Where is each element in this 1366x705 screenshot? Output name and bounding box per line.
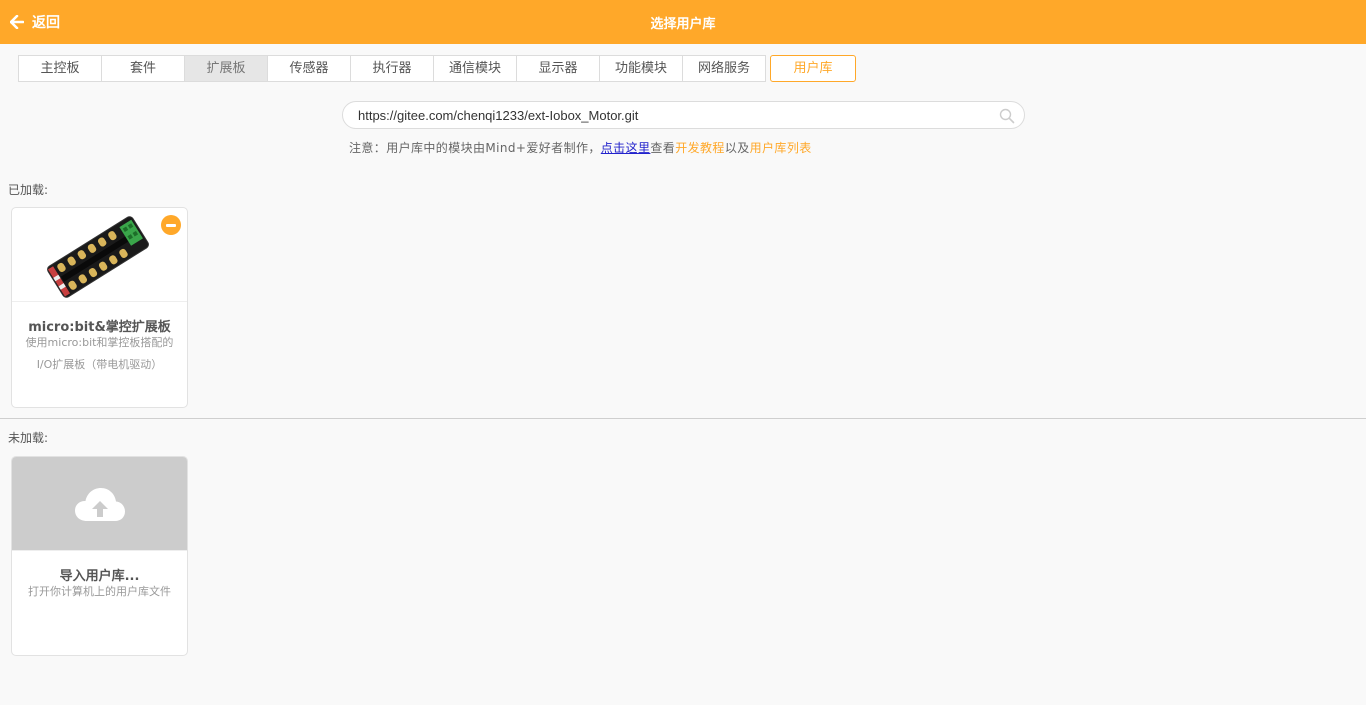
tab-actuator[interactable]: 执行器 (351, 55, 434, 82)
click-here-link[interactable]: 点击这里 (601, 141, 651, 155)
tab-function[interactable]: 功能模块 (600, 55, 683, 82)
category-tabs: 主控板 套件 扩展板 传感器 执行器 通信模块 显示器 功能模块 网络服务 用户… (18, 55, 856, 82)
tab-communication[interactable]: 通信模块 (434, 55, 517, 82)
import-image-area (12, 457, 187, 551)
library-list-link[interactable]: 用户库列表 (750, 141, 812, 155)
tab-kit[interactable]: 套件 (102, 55, 185, 82)
tab-display[interactable]: 显示器 (517, 55, 600, 82)
import-library-card[interactable]: 导入用户库... 打开你计算机上的用户库文件 (11, 456, 188, 656)
card-desc-line2: I/O扩展板（带电机驱动） (36, 358, 163, 371)
loaded-label: 已加载: (8, 183, 49, 197)
library-card[interactable]: micro:bit&掌控扩展板 使用micro:bit和掌控板搭配的 I/O扩展… (11, 207, 188, 408)
search-input[interactable] (358, 105, 988, 125)
tab-user-library[interactable]: 用户库 (770, 55, 856, 82)
import-card-desc: 打开你计算机上的用户库文件 (28, 585, 171, 598)
tab-network[interactable]: 网络服务 (683, 55, 766, 82)
tab-sensor[interactable]: 传感器 (268, 55, 351, 82)
notice-text: 注意：用户库中的模块由Mind+爱好者制作，点击这里查看开发教程以及用户库列表 (349, 139, 812, 156)
dev-tutorial-link[interactable]: 开发教程 (675, 141, 725, 155)
search-icon[interactable] (999, 108, 1015, 124)
notice-prefix: 注意：用户库中的模块由Mind+爱好者制作， (349, 141, 601, 155)
notice-and: 以及 (724, 141, 750, 155)
card-desc-line1: 使用micro:bit和掌控板搭配的 (25, 336, 174, 349)
cloud-upload-icon (75, 488, 125, 521)
page-title: 选择用户库 (650, 17, 716, 32)
notice-view: 查看 (650, 141, 676, 155)
section-divider (0, 418, 1366, 419)
search-box (342, 101, 1025, 129)
tab-expansion-board[interactable]: 扩展板 (185, 55, 268, 82)
remove-library-button[interactable] (161, 215, 181, 235)
top-bar: 返回 选择用户库 (0, 0, 1366, 44)
unloaded-label: 未加载: (8, 431, 49, 445)
tab-main-board[interactable]: 主控板 (18, 55, 102, 82)
